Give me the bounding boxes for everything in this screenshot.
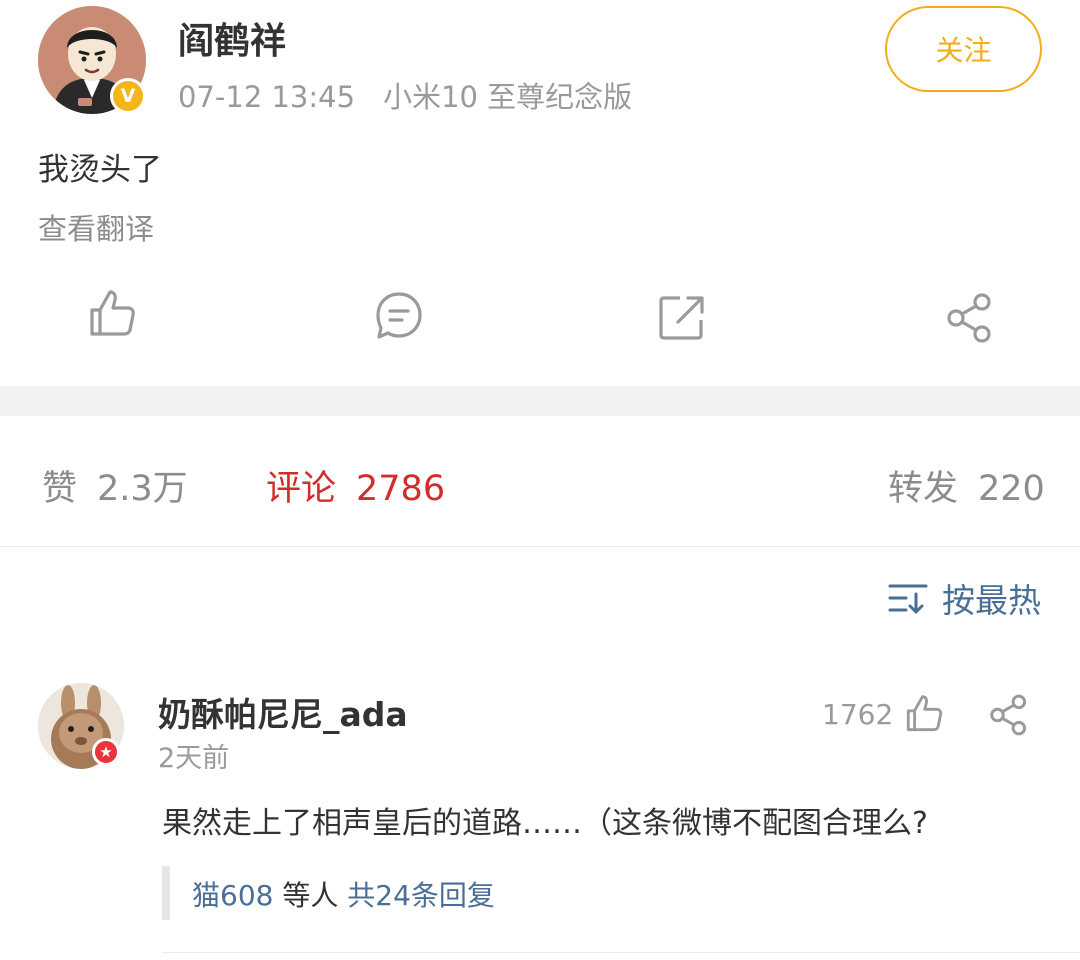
comment-like-icon[interactable] bbox=[902, 692, 946, 736]
likes-label: 赞 bbox=[42, 469, 78, 509]
comment-like-count: 1762 bbox=[822, 698, 894, 731]
comment-share-icon[interactable] bbox=[986, 692, 1032, 738]
reply-summary[interactable]: 猫608 等人 共24条回复 bbox=[192, 874, 495, 914]
reposts-label: 转发 bbox=[888, 469, 959, 509]
reply-indicator-bar bbox=[162, 866, 170, 920]
thumbs-up-icon[interactable] bbox=[84, 286, 140, 342]
follow-button[interactable]: 关注 bbox=[885, 6, 1042, 92]
comment-text: 果然走上了相声皇后的道路……（这条微博不配图合理么? bbox=[162, 806, 928, 841]
sort-label: 按最热 bbox=[942, 581, 1041, 620]
post-meta: 07-12 13:45 小米10 至尊纪念版 bbox=[178, 74, 632, 116]
comment-bubble-icon[interactable] bbox=[371, 288, 427, 344]
author-name[interactable]: 阎鹤祥 bbox=[178, 12, 286, 64]
comment-time: 2天前 bbox=[158, 743, 230, 774]
sort-button[interactable]: 按最热 bbox=[888, 574, 1041, 622]
post-device: 小米10 至尊纪念版 bbox=[383, 80, 633, 114]
sort-lines-icon bbox=[888, 584, 928, 614]
commenter-badge: ★ bbox=[92, 738, 120, 766]
stats-divider bbox=[0, 546, 1080, 547]
repost-arrow-icon[interactable] bbox=[654, 290, 710, 346]
post-text: 我烫头了 bbox=[38, 152, 162, 188]
likes-tab[interactable]: 赞 2.3万 bbox=[42, 460, 188, 511]
reply-others-label: 等人 bbox=[282, 879, 339, 912]
reposts-tab[interactable]: 转发 220 bbox=[888, 460, 1045, 511]
reposts-count: 220 bbox=[978, 469, 1045, 509]
comments-tab[interactable]: 评论 2786 bbox=[266, 460, 445, 511]
verified-badge: V bbox=[110, 78, 146, 114]
section-divider bbox=[0, 386, 1080, 416]
translate-link[interactable]: 查看翻译 bbox=[38, 206, 154, 248]
post-timestamp: 07-12 13:45 bbox=[178, 80, 356, 114]
reply-total-link[interactable]: 共24条回复 bbox=[347, 879, 495, 912]
comment-divider bbox=[162, 952, 1080, 953]
commenter-name[interactable]: 奶酥帕尼尼_ada bbox=[158, 688, 408, 736]
comments-label: 评论 bbox=[266, 469, 337, 509]
comments-count: 2786 bbox=[356, 469, 446, 509]
share-nodes-icon[interactable] bbox=[942, 290, 998, 346]
reply-users[interactable]: 猫608 bbox=[192, 879, 273, 912]
likes-count: 2.3万 bbox=[97, 469, 188, 509]
